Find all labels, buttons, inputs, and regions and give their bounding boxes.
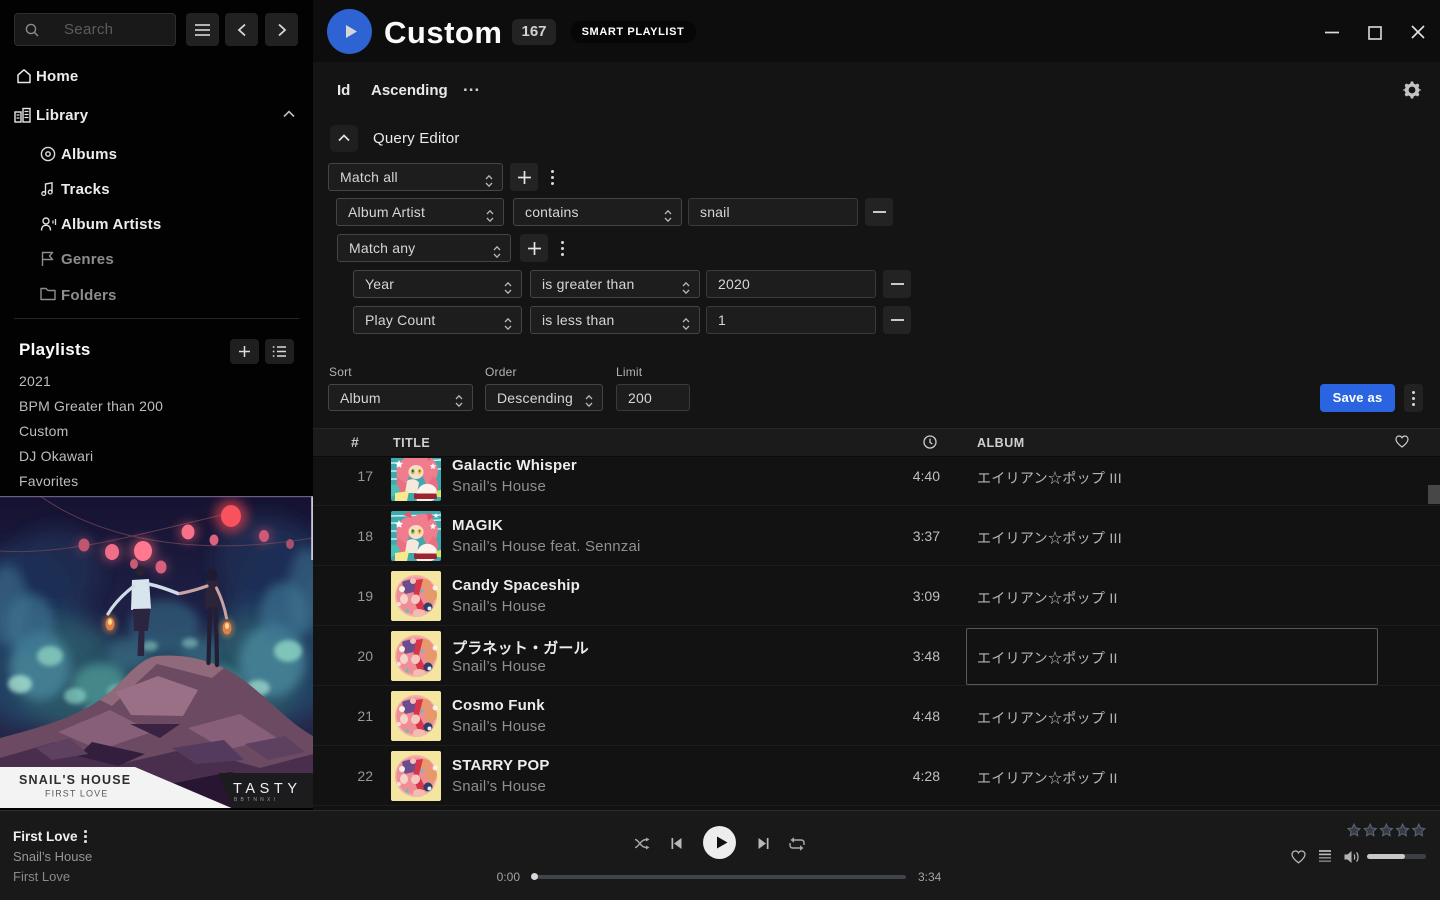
svg-text:SNAIL'S HOUSE: SNAIL'S HOUSE [19,773,131,787]
svg-text:BBTNNXI: BBTNNXI [234,797,278,803]
svg-text:TASTY: TASTY [233,781,302,797]
svg-text:FIRST LOVE: FIRST LOVE [45,789,108,799]
